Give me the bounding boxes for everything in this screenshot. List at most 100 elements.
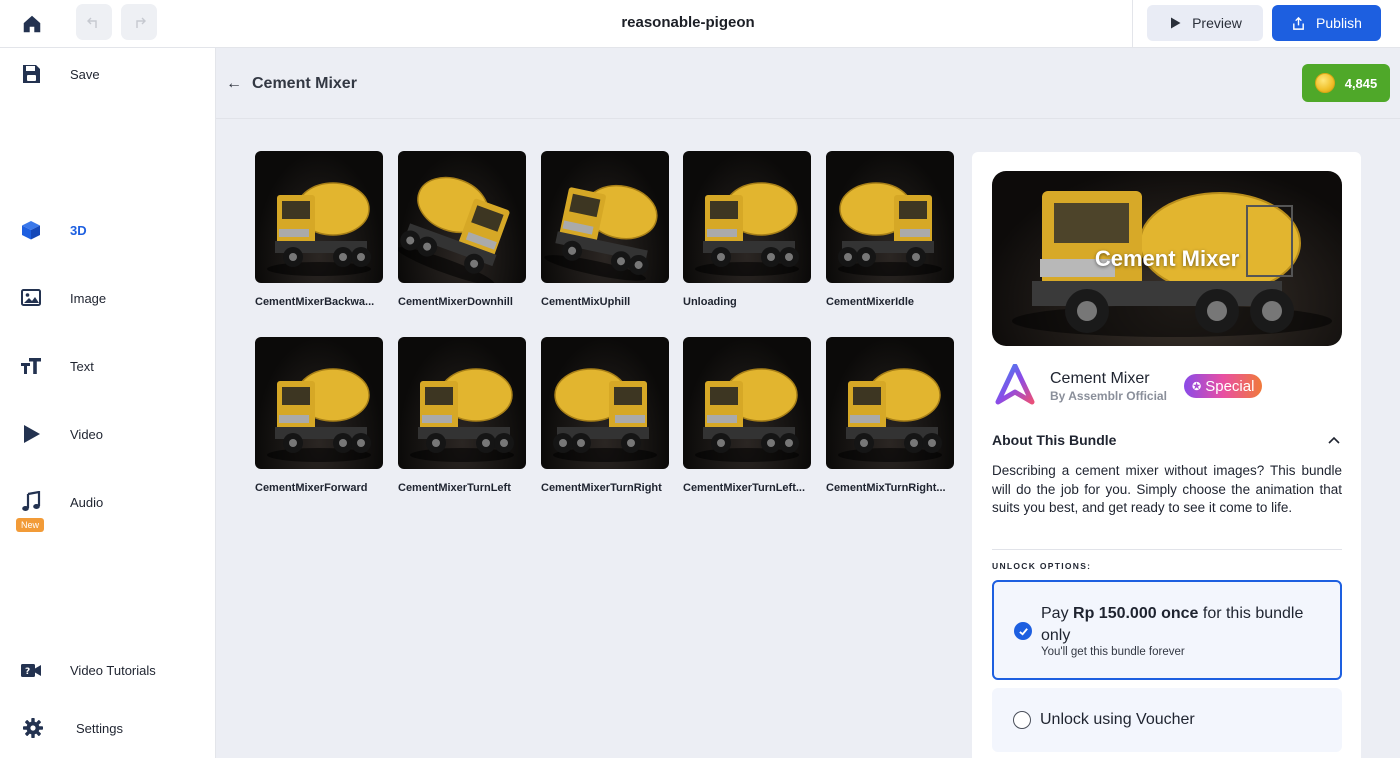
- sidebar-item-video-tutorials[interactable]: ? Video Tutorials: [0, 650, 216, 690]
- animation-card[interactable]: CementMixerIdle: [826, 151, 954, 308]
- assemblr-logo-icon: [995, 364, 1035, 405]
- bundle-author: By Assemblr Official: [1050, 389, 1167, 403]
- publish-button[interactable]: Publish: [1272, 5, 1381, 41]
- star-icon: ✪: [1192, 380, 1202, 393]
- share-icon: [1293, 16, 1304, 30]
- animation-thumbnail: [398, 337, 526, 469]
- divider: [216, 118, 1400, 119]
- animation-label: CementMixerDownhill: [398, 296, 513, 308]
- check-circle-icon: [1014, 622, 1032, 640]
- animation-label: CementMixerForward: [255, 482, 368, 494]
- animation-thumbnail: [683, 151, 811, 283]
- sidebar-item-label: Audio: [70, 494, 104, 510]
- pay-prefix: Pay: [1041, 605, 1074, 622]
- back-button[interactable]: ← Cement Mixer: [226, 72, 357, 96]
- unlock-option-voucher[interactable]: Unlock using Voucher: [992, 688, 1342, 752]
- sidebar: Save 3D Image Text Video Audio New ? Vid…: [0, 48, 216, 758]
- sidebar-item-audio[interactable]: Audio: [0, 482, 216, 522]
- animation-label: CementMixerTurnRight: [541, 482, 662, 494]
- page-title: Cement Mixer: [252, 75, 357, 92]
- animation-card[interactable]: CementMixerDownhill: [398, 151, 526, 308]
- animation-label: CementMixerIdle: [826, 296, 915, 308]
- coin-balance[interactable]: 4,845: [1302, 64, 1390, 102]
- sidebar-item-label: 3D: [70, 222, 87, 238]
- animation-card[interactable]: CementMixerBackwa...: [255, 151, 383, 308]
- animation-card[interactable]: CementMixerTurnLeft: [398, 337, 526, 494]
- sidebar-item-video[interactable]: Video: [0, 414, 216, 454]
- gear-icon: [20, 715, 46, 741]
- svg-text:?: ?: [25, 667, 30, 677]
- pay-option-text: Pay Rp 150.000 once for this bundle only: [1041, 603, 1331, 647]
- sidebar-item-label: Video: [70, 426, 104, 442]
- animation-thumbnail: [683, 337, 811, 469]
- divider: [1132, 0, 1133, 48]
- animation-card[interactable]: CementMixerTurnRight: [541, 337, 669, 494]
- divider: [992, 549, 1342, 550]
- sidebar-item-label: Video Tutorials: [70, 662, 156, 678]
- about-toggle[interactable]: About This Bundle: [992, 432, 1342, 448]
- home-icon: [23, 15, 41, 33]
- voucher-label: Unlock using Voucher: [1040, 711, 1195, 728]
- animation-thumbnail: [255, 151, 383, 283]
- sidebar-item-settings[interactable]: Settings: [0, 708, 216, 748]
- special-label: Special: [1205, 377, 1255, 395]
- undo-icon: [87, 17, 97, 28]
- sidebar-item-label: Image: [70, 290, 107, 306]
- bundle-description: Describing a cement mixer without images…: [992, 463, 1342, 515]
- video-camera-icon: ?: [18, 657, 44, 683]
- animation-thumbnail: [541, 151, 669, 283]
- animation-card[interactable]: CementMixerTurnLeft...: [683, 337, 811, 494]
- home-button[interactable]: [18, 10, 46, 38]
- animation-card[interactable]: Unloading: [683, 151, 811, 308]
- sidebar-item-label: Settings: [76, 720, 123, 736]
- about-heading: About This Bundle: [992, 432, 1117, 448]
- play-icon: [1171, 17, 1181, 29]
- sidebar-item-text[interactable]: Text: [0, 346, 216, 386]
- coin-count: 4,845: [1344, 75, 1378, 91]
- bundle-name: Cement Mixer: [1050, 370, 1150, 387]
- cube-icon: [18, 217, 44, 243]
- unlock-options-heading: UNLOCK OPTIONS:: [992, 561, 1092, 571]
- pay-option-note: You'll get this bundle forever: [1041, 646, 1185, 658]
- animation-thumbnail: [826, 337, 954, 469]
- animation-thumbnail: [826, 151, 954, 283]
- top-bar: reasonable-pigeon Preview Publish: [0, 0, 1400, 48]
- sidebar-item-label: Text: [70, 358, 94, 374]
- sidebar-item-3d[interactable]: 3D: [0, 210, 216, 250]
- animation-thumbnail: [255, 337, 383, 469]
- animation-card[interactable]: CementMixerForward: [255, 337, 383, 494]
- play-icon: [18, 421, 44, 447]
- save-icon: [18, 61, 44, 87]
- radio-button[interactable]: [1013, 711, 1031, 729]
- animation-thumbnail: [541, 337, 669, 469]
- animation-card[interactable]: CementMixTurnRight...: [826, 337, 954, 494]
- sidebar-item-image[interactable]: Image: [0, 278, 216, 318]
- animation-label: CementMixerTurnLeft...: [683, 482, 806, 494]
- bundle-panel: Cement Mixer Cement Mixer By Assemblr Of…: [972, 152, 1361, 758]
- special-badge: ✪ Special: [1184, 374, 1263, 398]
- chevron-up-icon: [1328, 436, 1340, 444]
- preview-label: Preview: [1192, 15, 1242, 31]
- animation-label: CementMixerTurnLeft: [398, 482, 511, 494]
- sidebar-item-save[interactable]: Save: [0, 54, 216, 94]
- coin-icon: [1314, 73, 1335, 93]
- image-icon: [18, 285, 44, 311]
- arrow-left-icon: ←: [226, 75, 242, 92]
- animation-card[interactable]: CementMixUphill: [541, 151, 669, 308]
- sidebar-item-label: Save: [70, 66, 100, 82]
- undo-button[interactable]: [76, 4, 112, 40]
- pay-price: Rp 150.000 once: [1073, 605, 1199, 622]
- animation-label: CementMixUphill: [541, 296, 631, 308]
- animation-thumbnail: [398, 151, 526, 283]
- redo-button[interactable]: [121, 4, 157, 40]
- text-icon: [18, 353, 44, 379]
- music-note-icon: [18, 489, 44, 515]
- unlock-option-pay[interactable]: Pay Rp 150.000 once for this bundle only…: [992, 580, 1342, 680]
- publish-label: Publish: [1316, 15, 1362, 31]
- new-badge: New: [16, 518, 45, 532]
- redo-icon: [136, 17, 146, 28]
- animation-label: CementMixerBackwa...: [255, 296, 375, 308]
- bundle-hero-image: Cement Mixer: [992, 171, 1342, 346]
- preview-button[interactable]: Preview: [1147, 5, 1263, 41]
- animation-label: CementMixTurnRight...: [826, 482, 946, 494]
